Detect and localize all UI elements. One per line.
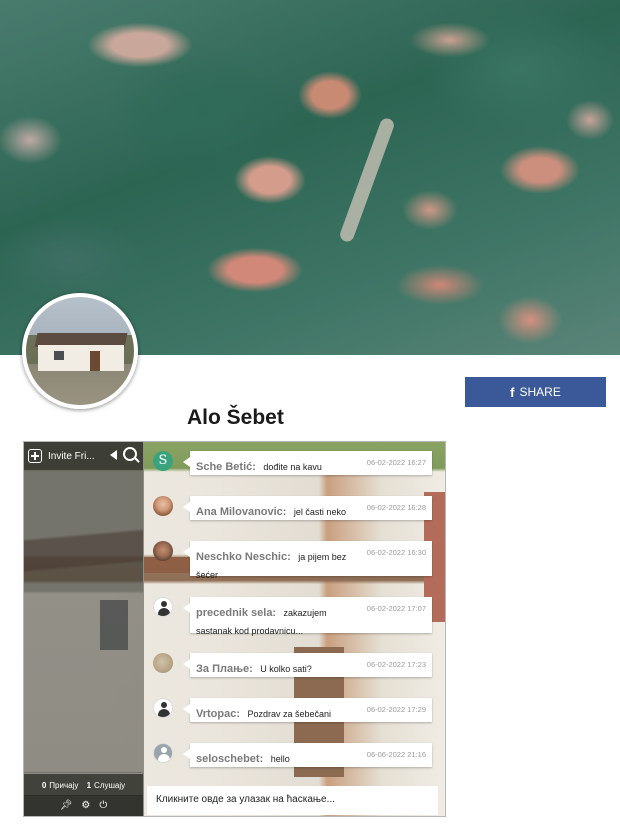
gear-icon[interactable]: ⚙ [81,800,90,811]
chat-join-input[interactable]: Кликните овде за улазак на ћаскање... [147,786,438,815]
chat-widget: Invite Fri... 0 Причају 1 Слушају 📌︎ ⚙ ⏻… [23,441,446,817]
share-label: SHARE [519,385,561,399]
message-user[interactable]: Ana Milovanovic: [196,506,286,518]
message-user[interactable]: Vrtopac: [196,708,240,720]
message-user[interactable]: Sche Betić: [196,461,256,473]
chat-sidebar: Invite Fri... 0 Причају 1 Слушају 📌︎ ⚙ ⏻ [24,442,144,816]
add-icon[interactable] [28,449,42,463]
page-title: Alo Šebet [187,406,284,429]
message-text: hello [270,754,290,764]
user-avatar[interactable] [153,541,173,561]
invite-friends-button[interactable]: Invite Fri... [48,451,95,462]
message-user[interactable]: precednik sela: [196,607,276,619]
message-text: dođite na kavu [263,462,322,472]
message-time: 06-02-2022 16:30 [366,548,426,557]
letter-s-icon[interactable]: S [153,451,173,471]
message-time: 06-06-2022 21:16 [366,750,426,759]
message-time: 06-02-2022 17:29 [366,705,426,714]
message-text: jel časti neko [293,507,346,517]
listening-count: 1 [86,780,92,790]
message-text: U kolko sati? [260,664,312,674]
sidebar-status: 0 Причају 1 Слушају [24,773,143,796]
message-text: Pozdrav za šebečani [247,709,332,719]
user-avatar[interactable] [153,653,173,673]
collapse-icon[interactable] [110,450,117,460]
message-user[interactable]: Neschko Neschic: [196,551,291,563]
message-user[interactable]: seloschebet: [196,753,263,765]
share-button[interactable]: f SHARE [465,377,606,407]
talking-label: Причају [49,780,79,790]
message-user[interactable]: За Плање: [196,663,253,675]
power-icon[interactable]: ⏻ [99,800,107,811]
sidebar-toolbar: 📌︎ ⚙ ⏻ [24,795,143,816]
user-icon[interactable] [153,698,173,718]
profile-avatar[interactable] [22,293,138,409]
sidebar-header: Invite Fri... [24,442,143,470]
user-icon[interactable] [153,597,173,617]
pin-icon[interactable]: 📌︎ [60,800,73,811]
message-time: 06-02-2022 16:28 [366,503,426,512]
user-avatar[interactable] [153,496,173,516]
talking-count: 0 [41,780,47,790]
message-time: 06-02-2022 17:23 [366,660,426,669]
search-icon[interactable] [123,447,137,461]
message-time: 06-02-2022 17:07 [366,604,426,613]
facebook-icon: f [510,384,515,400]
message-time: 06-02-2022 16:27 [366,458,426,467]
user-icon[interactable] [153,743,173,763]
listening-label: Слушају [94,780,126,790]
